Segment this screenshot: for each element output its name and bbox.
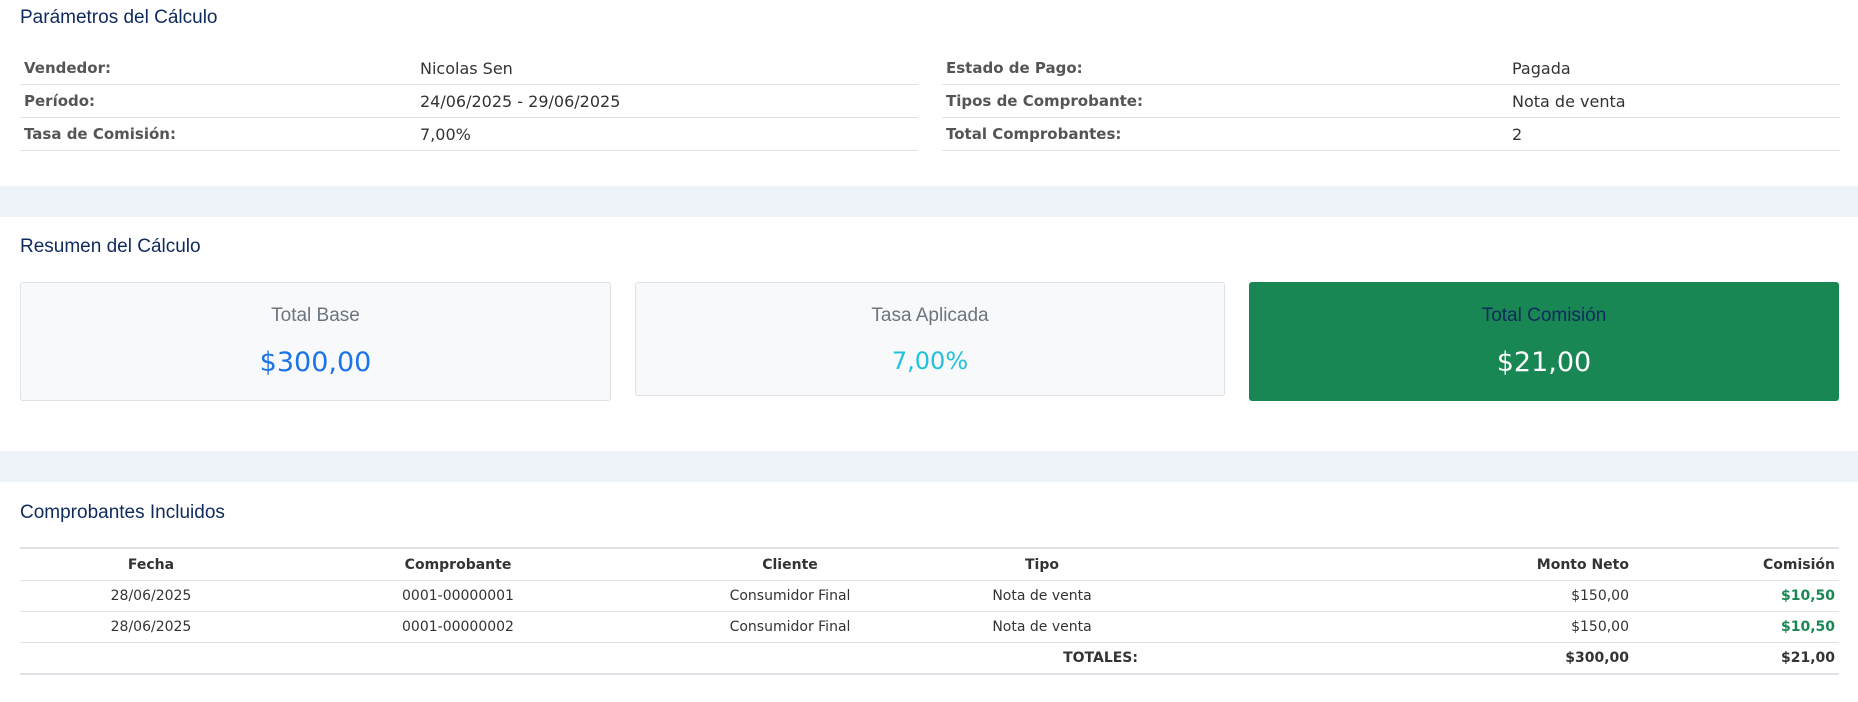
col-cliente: Cliente [634, 548, 946, 581]
cell-tipo: Nota de venta [946, 580, 1138, 612]
cell-cliente: Consumidor Final [634, 611, 946, 643]
tasa-aplicada-value: 7,00% [891, 347, 969, 375]
total-base-label: Total Base [271, 305, 360, 326]
table-row: 28/06/2025 0001-00000001 Consumidor Fina… [20, 580, 1839, 612]
param-row-vendedor: Vendedor: Nicolas Sen [20, 52, 918, 85]
col-comision: Comisión [1633, 548, 1839, 581]
param-row-tasa: Tasa de Comisión: 7,00% [20, 118, 918, 151]
params-card: Parámetros del Cálculo Vendedor: Nicolas… [0, 0, 1858, 186]
cell-tipo: Nota de venta [946, 611, 1138, 643]
param-label: Tipos de Comprobante: [946, 92, 1143, 110]
cell-comprobante: 0001-00000002 [282, 611, 634, 643]
col-tipo: Tipo [946, 548, 1138, 581]
totals-comision: $21,00 [1633, 642, 1839, 675]
cell-monto-neto: $150,00 [1138, 611, 1633, 643]
params-right: Estado de Pago: Pagada Tipos de Comproba… [942, 52, 1840, 151]
total-comision-label: Total Comisión [1481, 305, 1607, 326]
table-row: 28/06/2025 0001-00000002 Consumidor Fina… [20, 611, 1839, 643]
param-label: Tasa de Comisión: [24, 125, 176, 143]
param-value: 7,00% [420, 124, 471, 144]
tasa-aplicada-label: Tasa Aplicada [871, 305, 989, 326]
param-row-total-comprobantes: Total Comprobantes: 2 [942, 118, 1840, 151]
param-row-tipos: Tipos de Comprobante: Nota de venta [942, 85, 1840, 118]
comprobantes-title: Comprobantes Incluidos [20, 502, 225, 523]
param-label: Período: [24, 92, 96, 110]
param-label: Vendedor: [24, 59, 111, 77]
summary-title: Resumen del Cálculo [20, 236, 201, 257]
totals-label: TOTALES: [20, 642, 1138, 675]
cell-fecha: 28/06/2025 [20, 580, 282, 612]
param-value: Nicolas Sen [420, 58, 513, 78]
col-monto-neto: Monto Neto [1138, 548, 1633, 581]
param-label: Estado de Pago: [946, 59, 1083, 77]
tasa-aplicada-box: Tasa Aplicada 7,00% [635, 282, 1225, 396]
param-value: Pagada [1512, 58, 1571, 78]
param-value: 24/06/2025 - 29/06/2025 [420, 91, 621, 111]
totals-monto: $300,00 [1138, 642, 1633, 675]
cell-comprobante: 0001-00000001 [282, 580, 634, 612]
table-totals-row: TOTALES: $300,00 $21,00 [20, 642, 1839, 675]
params-title: Parámetros del Cálculo [20, 7, 218, 28]
params-left: Vendedor: Nicolas Sen Período: 24/06/202… [20, 52, 918, 151]
cell-fecha: 28/06/2025 [20, 611, 282, 643]
comprobantes-table: Fecha Comprobante Cliente Tipo Monto Net… [20, 547, 1839, 675]
cell-cliente: Consumidor Final [634, 580, 946, 612]
cell-comision: $10,50 [1633, 611, 1839, 643]
col-fecha: Fecha [20, 548, 282, 581]
total-base-value: $300,00 [259, 347, 372, 378]
cell-comision: $10,50 [1633, 580, 1839, 612]
total-comision-box: Total Comisión $21,00 [1249, 282, 1839, 401]
param-row-estado: Estado de Pago: Pagada [942, 52, 1840, 85]
param-value: Nota de venta [1512, 91, 1626, 111]
total-comision-value: $21,00 [1496, 347, 1592, 378]
param-value: 2 [1512, 124, 1523, 144]
param-label: Total Comprobantes: [946, 125, 1122, 143]
total-base-box: Total Base $300,00 [20, 282, 611, 401]
col-comprobante: Comprobante [282, 548, 634, 581]
table-header-row: Fecha Comprobante Cliente Tipo Monto Net… [20, 548, 1839, 581]
cell-monto-neto: $150,00 [1138, 580, 1633, 612]
param-row-periodo: Período: 24/06/2025 - 29/06/2025 [20, 85, 918, 118]
